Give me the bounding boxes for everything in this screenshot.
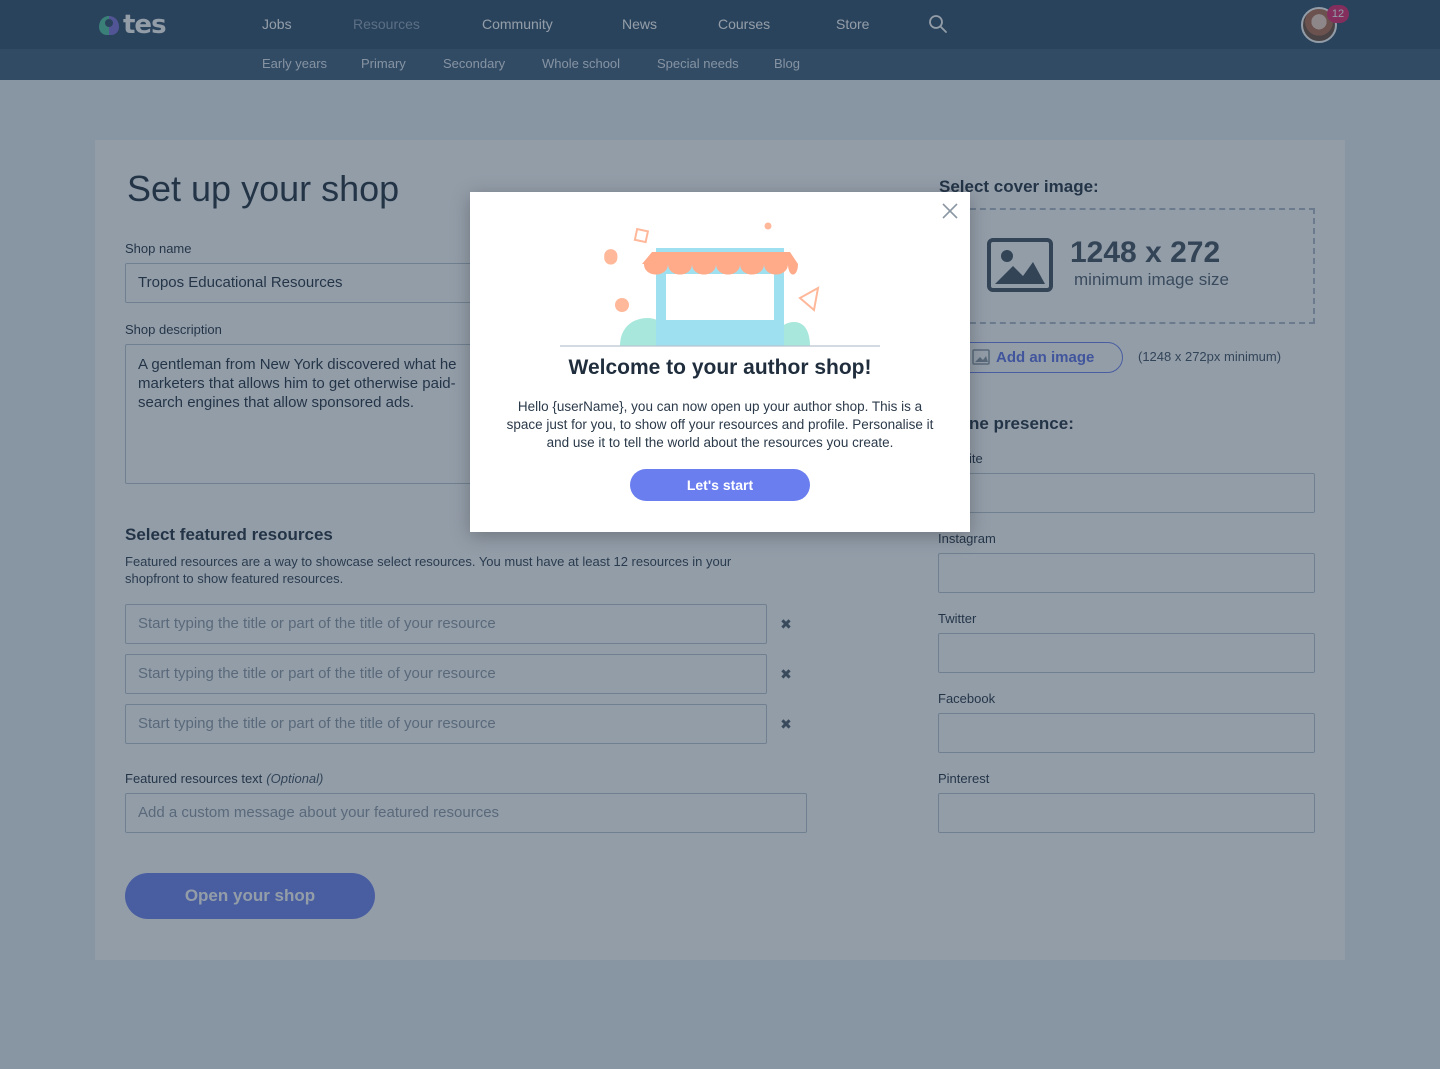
lets-start-button[interactable]: Let's start xyxy=(630,469,810,501)
modal-body-line: space just for you, to show off your res… xyxy=(506,417,934,432)
modal-body-line: and use it to tell the world about the r… xyxy=(546,435,894,450)
close-icon[interactable] xyxy=(941,202,959,220)
modal-backdrop[interactable] xyxy=(0,0,1440,1069)
modal-body: Hello {userName}, you can now open up yo… xyxy=(488,398,952,452)
modal-body-line: Hello {userName}, you can now open up yo… xyxy=(517,399,923,414)
shop-stall-illustration xyxy=(560,222,880,347)
modal-title: Welcome to your author shop! xyxy=(568,356,872,379)
